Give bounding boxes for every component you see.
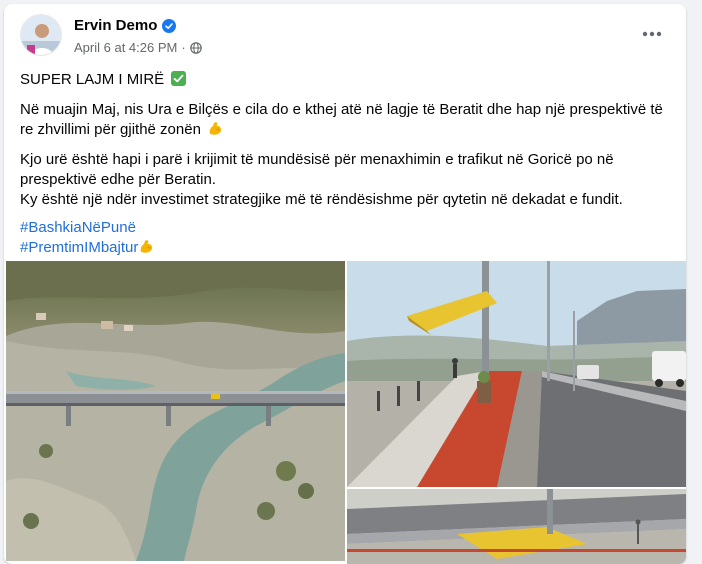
hashtag-bashkia-ne-pune[interactable]: #BashkiaNëPunë [20,218,670,238]
photo-aerial-river-bridge[interactable] [6,261,345,561]
verified-badge-icon [162,18,177,33]
hashtag-premtim-i-mbajtur[interactable]: #PremtimIMbajtur [20,239,138,256]
post-text: SUPER LAJM I MIRË Në muajin Maj, nis Ura… [20,70,670,258]
photo-bridge-aerial-render[interactable] [347,489,686,564]
headline-text: SUPER LAJM I MIRË [20,71,165,88]
hashtags: #BashkiaNëPunë #PremtimIMbajtur [20,218,670,258]
author-line: Ervin Demo [74,17,177,34]
check-mark-emoji-icon [171,71,187,86]
paragraph-2-line-2: Ky është një ndër investimet strategjike… [20,191,623,208]
post-card: Ervin Demo April 6 at 4:26 PM · SUPER LA… [4,4,686,564]
photo-grid [4,261,686,564]
more-options-button[interactable] [636,18,668,50]
post-header: Ervin Demo April 6 at 4:26 PM · [4,4,686,64]
paragraph-1: Në muajin Maj, nis Ura e Bilçës e cila d… [20,100,670,140]
meta-separator: · [181,40,186,55]
paragraph-1-text: Në muajin Maj, nis Ura e Bilçës e cila d… [20,101,663,138]
photo-bridge-walkway-render[interactable] [347,261,686,487]
flexed-biceps-emoji-icon [208,121,223,136]
author-avatar[interactable] [20,14,62,56]
more-icon [642,31,662,37]
hashtag-line-2: #PremtimIMbajtur [20,238,670,258]
post-meta: April 6 at 4:26 PM · [74,40,202,55]
flexed-biceps-emoji-icon [139,239,154,254]
globe-icon[interactable] [189,41,202,54]
paragraph-2: Kjo urë është hapi i parë i krijimit të … [20,150,670,210]
headline-paragraph: SUPER LAJM I MIRË [20,70,670,90]
post-timestamp[interactable]: April 6 at 4:26 PM [74,40,177,55]
author-name[interactable]: Ervin Demo [74,17,157,34]
paragraph-2-line-1: Kjo urë është hapi i parë i krijimit të … [20,151,614,188]
